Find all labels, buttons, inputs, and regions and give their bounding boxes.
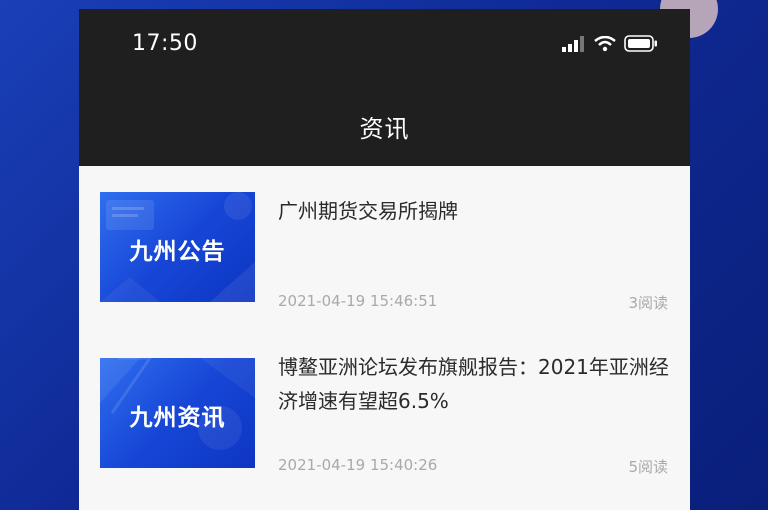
phone-screen: 17:50 资讯 九州公告 广州期货交易所揭牌 2021-04-19 15:46… [79, 9, 690, 510]
news-title[interactable]: 广州期货交易所揭牌 [278, 194, 670, 228]
header-bar: 17:50 资讯 [79, 9, 690, 166]
wifi-icon [594, 35, 616, 56]
news-time: 2021-04-19 15:46:51 [278, 292, 438, 310]
news-thumbnail: 九州公告 [100, 192, 255, 302]
thumbnail-label: 九州公告 [129, 239, 226, 265]
status-icons [562, 35, 658, 56]
page-title: 资讯 [359, 115, 410, 143]
status-time: 17:50 [132, 31, 198, 56]
news-time: 2021-04-19 15:40:26 [278, 456, 438, 474]
signal-icon [562, 35, 586, 56]
news-thumbnail: 九州资讯 [100, 358, 255, 468]
news-read-count: 5阅读 [628, 458, 668, 476]
thumbnail-label: 九州资讯 [129, 405, 226, 431]
news-item[interactable]: 九州公告 广州期货交易所揭牌 2021-04-19 15:46:51 3阅读 [79, 166, 690, 316]
news-title[interactable]: 博鳌亚洲论坛发布旗舰报告：2021年亚洲经济增速有望超6.5% [278, 350, 670, 418]
news-read-count: 3阅读 [628, 294, 668, 312]
news-item[interactable]: 九州资讯 博鳌亚洲论坛发布旗舰报告：2021年亚洲经济增速有望超6.5% 202… [79, 332, 690, 482]
battery-icon [624, 35, 658, 56]
